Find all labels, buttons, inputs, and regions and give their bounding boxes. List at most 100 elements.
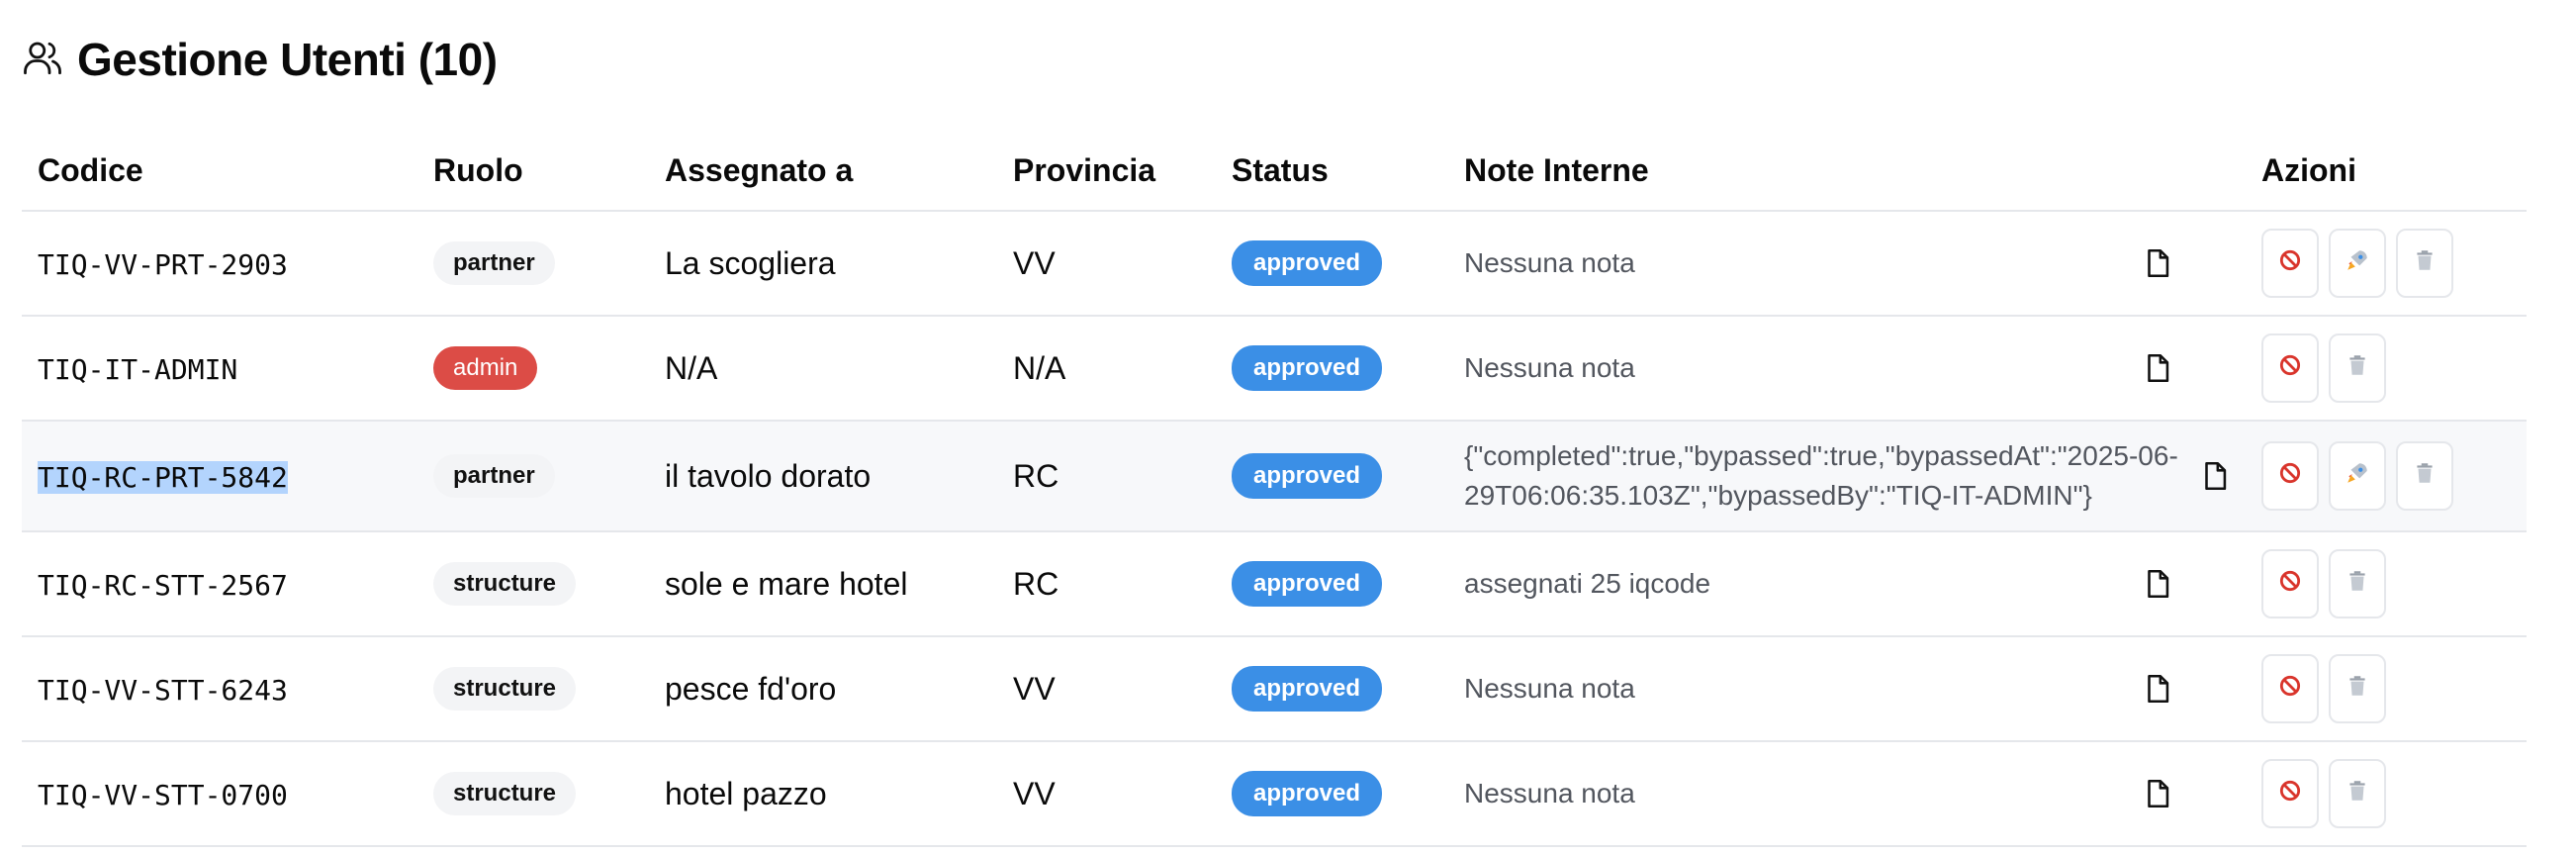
column-header-notes[interactable]: Note Interne — [1448, 131, 2246, 212]
trash-icon — [2345, 352, 2370, 385]
ban-icon — [2277, 460, 2303, 493]
internal-note-text: Nessuna nota — [1464, 673, 1635, 704]
row-actions — [2261, 333, 2527, 403]
cell-actions — [2246, 316, 2527, 422]
users-table: Codice Ruolo Assegnato a Provincia Statu… — [22, 131, 2527, 847]
trash-icon — [2345, 778, 2370, 810]
edit-note-icon[interactable] — [2198, 459, 2232, 493]
cell-notes: assegnati 25 iqcode — [1448, 531, 2246, 637]
table-header-row: Codice Ruolo Assegnato a Provincia Statu… — [22, 131, 2527, 212]
role-badge: partner — [433, 241, 555, 285]
row-actions — [2261, 654, 2527, 723]
user-code: TIQ-RC-STT-2567 — [38, 568, 288, 602]
role-badge: structure — [433, 772, 577, 815]
cell-actions — [2246, 421, 2527, 532]
ban-button[interactable] — [2261, 549, 2319, 618]
ban-icon — [2277, 247, 2303, 280]
column-header-status[interactable]: Status — [1216, 131, 1448, 212]
status-badge: approved — [1232, 771, 1383, 816]
ban-icon — [2277, 673, 2303, 706]
trash-icon — [2412, 460, 2438, 493]
status-badge: approved — [1232, 666, 1383, 712]
cell-notes: Nessuna nota — [1448, 636, 2246, 742]
cell-role: structure — [417, 741, 649, 847]
cell-assigned: sole e mare hotel — [649, 531, 997, 637]
status-badge: approved — [1232, 345, 1383, 391]
table-row[interactable]: TIQ-IT-ADMIN admin N/A N/A approved Ness… — [22, 316, 2527, 422]
edit-note-icon[interactable] — [2141, 777, 2174, 810]
ban-button[interactable] — [2261, 441, 2319, 511]
rocket-button[interactable] — [2329, 229, 2386, 298]
ban-icon — [2277, 778, 2303, 810]
cell-notes: Nessuna nota — [1448, 741, 2246, 847]
internal-note-text: Nessuna nota — [1464, 778, 1635, 808]
ban-button[interactable] — [2261, 654, 2319, 723]
cell-status: approved — [1216, 531, 1448, 637]
cell-role: partner — [417, 421, 649, 532]
cell-assigned: pesce fd'oro — [649, 636, 997, 742]
trash-button[interactable] — [2396, 441, 2453, 511]
table-row[interactable]: TIQ-VV-PRT-2903 partner La scogliera VV … — [22, 211, 2527, 317]
table-row[interactable]: TIQ-RC-PRT-5842 partner il tavolo dorato… — [22, 421, 2527, 532]
ban-button[interactable] — [2261, 229, 2319, 298]
table-row[interactable]: TIQ-VV-STT-6243 structure pesce fd'oro V… — [22, 636, 2527, 742]
column-header-province[interactable]: Provincia — [997, 131, 1216, 212]
cell-role: partner — [417, 211, 649, 317]
edit-note-icon[interactable] — [2141, 672, 2174, 706]
row-actions — [2261, 229, 2527, 298]
cell-actions — [2246, 531, 2527, 637]
cell-status: approved — [1216, 741, 1448, 847]
rocket-icon — [2345, 460, 2370, 493]
cell-actions — [2246, 636, 2527, 742]
page-title: Gestione Utenti (10) — [77, 34, 498, 85]
user-code: TIQ-VV-STT-6243 — [38, 673, 288, 707]
role-badge: structure — [433, 667, 577, 711]
column-header-role[interactable]: Ruolo — [417, 131, 649, 212]
internal-note-text: {"completed":true,"bypassed":true,"bypas… — [1464, 440, 2178, 511]
status-badge: approved — [1232, 240, 1383, 286]
user-code: TIQ-RC-PRT-5842 — [38, 460, 288, 494]
cell-code: TIQ-VV-STT-6243 — [22, 636, 417, 742]
trash-button[interactable] — [2329, 333, 2386, 403]
cell-role: structure — [417, 531, 649, 637]
trash-button[interactable] — [2329, 549, 2386, 618]
trash-button[interactable] — [2396, 229, 2453, 298]
trash-button[interactable] — [2329, 759, 2386, 828]
cell-notes: Nessuna nota — [1448, 211, 2246, 317]
rocket-icon — [2345, 247, 2370, 280]
cell-province: N/A — [997, 316, 1216, 422]
trash-icon — [2345, 568, 2370, 601]
cell-status: approved — [1216, 316, 1448, 422]
cell-code: TIQ-VV-PRT-2903 — [22, 211, 417, 317]
cell-notes: {"completed":true,"bypassed":true,"bypas… — [1448, 421, 2246, 532]
cell-role: structure — [417, 636, 649, 742]
cell-province: VV — [997, 741, 1216, 847]
edit-note-icon[interactable] — [2141, 351, 2174, 385]
user-code: TIQ-IT-ADMIN — [38, 352, 238, 386]
column-header-assigned[interactable]: Assegnato a — [649, 131, 997, 212]
cell-province: RC — [997, 421, 1216, 532]
trash-button[interactable] — [2329, 654, 2386, 723]
role-badge: partner — [433, 454, 555, 498]
row-actions — [2261, 759, 2527, 828]
cell-notes: Nessuna nota — [1448, 316, 2246, 422]
cell-assigned: il tavolo dorato — [649, 421, 997, 532]
cell-status: approved — [1216, 421, 1448, 532]
users-icon — [22, 37, 77, 83]
ban-button[interactable] — [2261, 759, 2319, 828]
table-row[interactable]: TIQ-VV-STT-0700 structure hotel pazzo VV… — [22, 741, 2527, 847]
table-row[interactable]: TIQ-RC-STT-2567 structure sole e mare ho… — [22, 531, 2527, 637]
cell-assigned: N/A — [649, 316, 997, 422]
ban-button[interactable] — [2261, 333, 2319, 403]
cell-code: TIQ-RC-STT-2567 — [22, 531, 417, 637]
edit-note-icon[interactable] — [2141, 567, 2174, 601]
cell-status: approved — [1216, 211, 1448, 317]
user-code: TIQ-VV-STT-0700 — [38, 778, 288, 811]
internal-note-text: Nessuna nota — [1464, 247, 1635, 278]
edit-note-icon[interactable] — [2141, 246, 2174, 280]
role-badge: structure — [433, 562, 577, 606]
column-header-code[interactable]: Codice — [22, 131, 417, 212]
rocket-button[interactable] — [2329, 441, 2386, 511]
page-header: Gestione Utenti (10) — [22, 30, 498, 89]
role-badge: admin — [433, 346, 538, 390]
